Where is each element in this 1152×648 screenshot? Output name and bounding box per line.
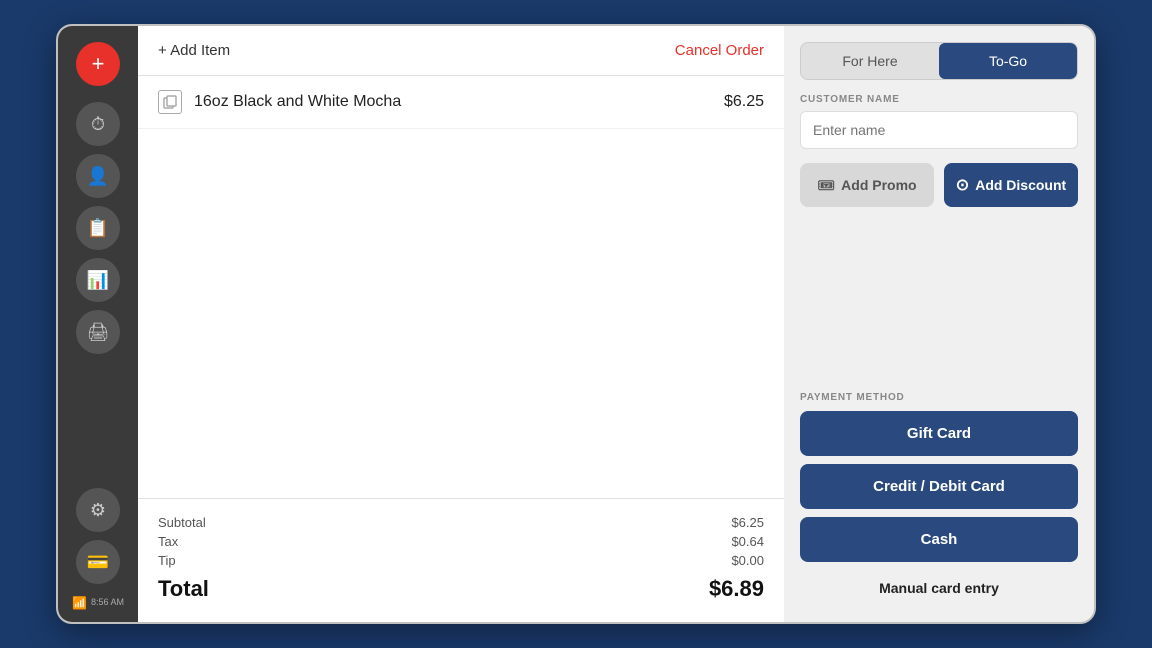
tip-value: $0.00: [731, 553, 764, 568]
subtotal-value: $6.25: [731, 515, 764, 530]
to-go-button[interactable]: To-Go: [939, 43, 1077, 79]
tax-row: Tax $0.64: [158, 534, 764, 549]
credit-debit-button[interactable]: Credit / Debit Card: [800, 464, 1078, 509]
total-value: $6.89: [709, 576, 764, 602]
settings-icon[interactable]: ⚙: [76, 488, 120, 532]
person-icon[interactable]: 👤: [76, 154, 120, 198]
order-type-toggle: For Here To-Go: [800, 42, 1078, 80]
sidebar: + ⏱ 👤 📋 📊 🖨 ⚙ 💳 📶 8:56 AM: [58, 26, 138, 622]
manual-card-entry-button[interactable]: Manual card entry: [800, 570, 1078, 606]
tip-row: Tip $0.00: [158, 553, 764, 568]
promo-icon: 🎟: [817, 177, 835, 194]
subtotal-label: Subtotal: [158, 515, 206, 530]
add-promo-button[interactable]: 🎟 Add Promo: [800, 163, 934, 207]
customer-name-section: CUSTOMER NAME: [800, 94, 1078, 149]
right-panel: For Here To-Go CUSTOMER NAME 🎟 Add Promo…: [784, 26, 1094, 622]
for-here-button[interactable]: For Here: [801, 43, 939, 79]
item-price: $6.25: [724, 93, 764, 111]
cash-button[interactable]: Cash: [800, 517, 1078, 562]
order-header: + Add Item Cancel Order: [138, 26, 784, 76]
cancel-order-button[interactable]: Cancel Order: [675, 42, 764, 59]
tip-label: Tip: [158, 553, 176, 568]
tax-label: Tax: [158, 534, 178, 549]
register-icon[interactable]: 🖨: [76, 310, 120, 354]
tax-value: $0.64: [731, 534, 764, 549]
item-copy-icon: [158, 90, 182, 114]
subtotal-row: Subtotal $6.25: [158, 515, 764, 530]
clock-icon[interactable]: ⏱: [76, 102, 120, 146]
discount-label: Add Discount: [975, 177, 1066, 193]
total-row: Total $6.89: [158, 576, 764, 602]
discount-icon: ⊙: [956, 175, 969, 195]
payment-method-label: PAYMENT METHOD: [800, 392, 1078, 403]
order-panel: + Add Item Cancel Order 16oz Black and W…: [138, 26, 784, 622]
order-items-list: 16oz Black and White Mocha $6.25: [138, 76, 784, 498]
chart-icon[interactable]: 📊: [76, 258, 120, 302]
payment-section: PAYMENT METHOD Gift Card Credit / Debit …: [800, 392, 1078, 606]
status-time: 8:56 AM: [91, 597, 124, 609]
gift-card-button[interactable]: Gift Card: [800, 411, 1078, 456]
add-button[interactable]: +: [76, 42, 120, 86]
table-row[interactable]: 16oz Black and White Mocha $6.25: [138, 76, 784, 129]
card-icon[interactable]: 💳: [76, 540, 120, 584]
clipboard-icon[interactable]: 📋: [76, 206, 120, 250]
add-item-button[interactable]: + Add Item: [158, 42, 230, 59]
promo-discount-row: 🎟 Add Promo ⊙ Add Discount: [800, 163, 1078, 207]
promo-label: Add Promo: [841, 177, 916, 193]
item-name: 16oz Black and White Mocha: [194, 93, 712, 111]
spacer: [800, 221, 1078, 378]
add-discount-button[interactable]: ⊙ Add Discount: [944, 163, 1078, 207]
total-label: Total: [158, 576, 209, 602]
order-totals: Subtotal $6.25 Tax $0.64 Tip $0.00 Total…: [138, 498, 784, 622]
customer-name-label: CUSTOMER NAME: [800, 94, 1078, 105]
customer-name-input[interactable]: [800, 111, 1078, 149]
